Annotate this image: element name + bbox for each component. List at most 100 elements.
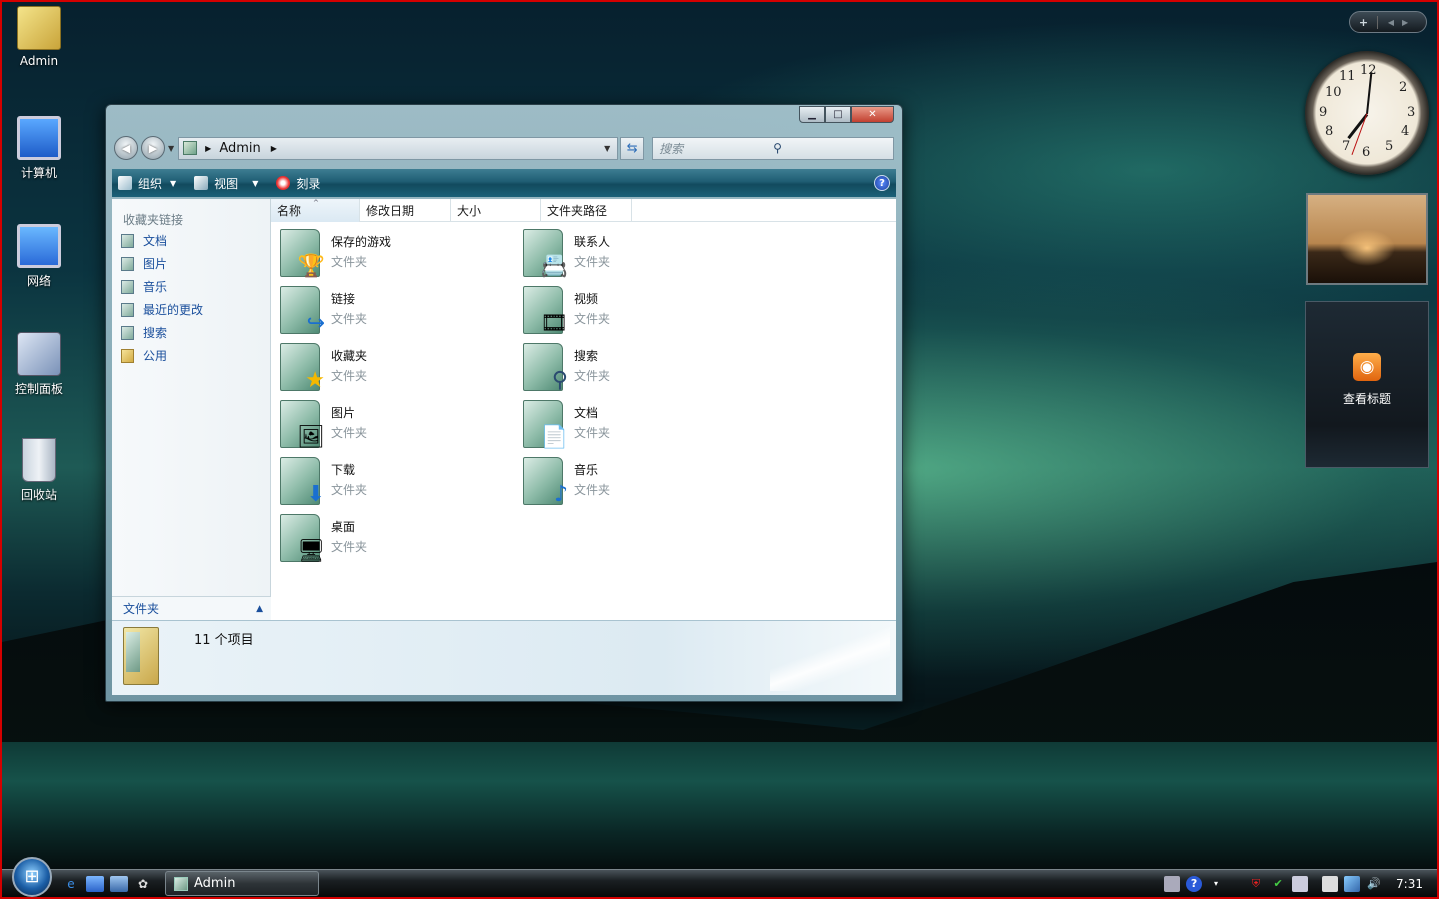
nav-item-music[interactable]: 音乐 <box>112 275 270 298</box>
chevron-right-icon[interactable]: ▶ <box>205 144 211 153</box>
switch-windows-icon[interactable] <box>110 875 128 892</box>
nav-item-label: 音乐 <box>143 280 168 294</box>
nav-item-label: 图片 <box>143 257 168 271</box>
search-box[interactable]: 搜索 ⚲ <box>652 136 894 160</box>
column-header-label: 大小 <box>457 204 482 218</box>
gadget-page-arrows[interactable]: ◀▶ <box>1378 18 1426 27</box>
security-shield-icon[interactable]: ⛨ <box>1248 876 1264 892</box>
folder-icon <box>183 141 198 155</box>
internet-explorer-icon[interactable]: e <box>62 876 80 892</box>
organize-button[interactable]: 组织 ▼ <box>118 175 176 192</box>
system-tray: ? ▾ ⛨ ✔ 🔊 7:31 <box>1158 875 1423 892</box>
windows-logo-icon: ⊞ <box>24 866 40 887</box>
list-item[interactable]: ↪ 链接 文件夹 <box>280 282 523 339</box>
view-headlines-label[interactable]: 查看标题 <box>1306 390 1428 407</box>
quick-launch: e ✿ <box>62 875 158 892</box>
taskbar-button-label: Admin <box>194 876 236 891</box>
refresh-button[interactable]: ⇆ <box>620 136 645 160</box>
wallpaper-lake <box>2 742 1437 872</box>
address-bar[interactable]: ▶ Admin ▶ ▼ <box>178 136 619 160</box>
checkmark-icon[interactable]: ✔ <box>1270 876 1286 892</box>
desktop-icon-recycle-bin[interactable]: 回收站 <box>10 438 68 503</box>
chevron-right-icon[interactable]: ▶ <box>271 144 277 153</box>
desktop-icon-label: 计算机 <box>20 166 57 180</box>
user-folder-icon <box>17 6 61 50</box>
forward-button[interactable]: ▶ <box>141 136 165 160</box>
list-item[interactable]: 🏆 保存的游戏 文件夹 <box>280 225 523 282</box>
taskbar-button-admin[interactable]: Admin <box>165 871 319 896</box>
folder-icon: ★ <box>280 343 325 392</box>
search-icon[interactable]: ⚲ <box>773 141 887 155</box>
network-status-icon[interactable] <box>1344 875 1361 892</box>
nav-item-searches[interactable]: 搜索 <box>112 321 270 344</box>
back-arrow-icon: ◀ <box>121 141 131 155</box>
clock-time[interactable]: 7:31 <box>1396 877 1423 891</box>
clock-numeral: 3 <box>1407 105 1416 120</box>
desktop-icon-computer[interactable]: 计算机 <box>10 116 68 181</box>
close-button[interactable]: ✕ <box>851 106 894 123</box>
folder-icon: 🏆 <box>280 229 325 278</box>
item-type: 文件夹 <box>331 312 368 326</box>
list-item[interactable]: 🖼 图片 文件夹 <box>280 396 523 453</box>
device-icon[interactable] <box>1292 875 1309 892</box>
column-header-folder-path[interactable]: 文件夹路径 <box>541 199 632 222</box>
column-header-name[interactable]: ^ 名称 <box>271 199 360 222</box>
nav-item-pictures[interactable]: 图片 <box>112 252 270 275</box>
downloads-icon: ⬇ <box>306 482 325 507</box>
explorer-window[interactable]: ▁ □ ✕ ◀ ▶ ▼ ▶ Admin ▶ ▼ ⇆ 搜索 ⚲ 组织 ▼ 视图 ▼… <box>105 104 903 702</box>
minimize-button[interactable]: ▁ <box>799 106 825 123</box>
nav-item-documents[interactable]: 文档 <box>112 229 270 252</box>
item-name: 视频 <box>574 292 599 306</box>
chevron-icon[interactable]: ▾ <box>1208 876 1224 892</box>
navigation-pane: 收藏夹链接 文档 图片 音乐 最近的更改 搜索 公用 <box>112 199 271 620</box>
start-button[interactable]: ⊞ <box>12 857 52 897</box>
recent-pages-dropdown[interactable]: ▼ <box>168 144 174 153</box>
volume-icon[interactable]: 🔊 <box>1366 876 1382 892</box>
help-icon[interactable]: ? <box>1186 875 1203 892</box>
nav-item-label: 文档 <box>143 234 168 248</box>
breadcrumb-admin[interactable]: Admin <box>219 141 260 156</box>
list-item[interactable]: ⚲ 搜索 文件夹 <box>523 339 766 396</box>
list-item[interactable]: ♪ 音乐 文件夹 <box>523 453 766 510</box>
close-icon: ✕ <box>868 109 877 120</box>
nav-item-recently-changed[interactable]: 最近的更改 <box>112 298 270 321</box>
back-button[interactable]: ◀ <box>114 136 138 160</box>
add-gadget-button[interactable]: + <box>1350 15 1378 29</box>
show-desktop-icon[interactable] <box>86 875 104 892</box>
search-input[interactable]: 搜索 <box>659 140 773 157</box>
nav-item-public[interactable]: 公用 <box>112 344 270 367</box>
maximize-button[interactable]: □ <box>825 106 851 123</box>
list-item[interactable]: 🎞 视频 文件夹 <box>523 282 766 339</box>
list-item[interactable]: 📄 文档 文件夹 <box>523 396 766 453</box>
media-player-icon[interactable]: ✿ <box>134 876 152 892</box>
clock-numeral: 2 <box>1399 80 1408 95</box>
column-header-date-modified[interactable]: 修改日期 <box>360 199 451 222</box>
clock-numeral: 8 <box>1325 124 1334 139</box>
desktop-icon-control-panel[interactable]: 控制面板 <box>10 332 68 397</box>
item-name: 保存的游戏 <box>331 235 392 249</box>
column-headers: ^ 名称 修改日期 大小 文件夹路径 <box>271 199 896 222</box>
battery-icon[interactable] <box>1322 875 1339 892</box>
list-item[interactable]: 🖥 桌面 文件夹 <box>280 510 523 567</box>
refresh-icon: ⇆ <box>626 140 638 156</box>
burn-button[interactable]: 刻录 <box>276 175 320 192</box>
list-item[interactable]: ★ 收藏夹 文件夹 <box>280 339 523 396</box>
clock-gadget[interactable]: 12 2 3 4 5 6 7 8 9 10 11 <box>1305 51 1429 175</box>
desktop-icon-admin[interactable]: Admin <box>10 6 68 68</box>
folders-toggle[interactable]: 文件夹 ▲ <box>112 596 271 620</box>
item-type: 文件夹 <box>331 426 368 440</box>
help-button[interactable]: ? <box>874 175 890 191</box>
item-name: 图片 <box>331 406 356 420</box>
slideshow-gadget[interactable] <box>1306 193 1428 285</box>
address-dropdown-button[interactable]: ▼ <box>597 144 617 153</box>
list-item[interactable]: 📇 联系人 文件夹 <box>523 225 766 282</box>
views-button[interactable]: 视图 ▼ <box>194 175 258 192</box>
feed-headlines-gadget[interactable]: ◉ 查看标题 <box>1305 301 1429 468</box>
desktop-icon-network[interactable]: 网络 <box>10 224 68 289</box>
list-item[interactable]: ⬇ 下载 文件夹 <box>280 453 523 510</box>
keyboard-icon[interactable] <box>1164 875 1181 892</box>
item-name: 桌面 <box>331 520 356 534</box>
saved-games-icon: 🏆 <box>297 254 325 279</box>
column-header-size[interactable]: 大小 <box>451 199 541 222</box>
contacts-icon: 📇 <box>540 254 568 279</box>
